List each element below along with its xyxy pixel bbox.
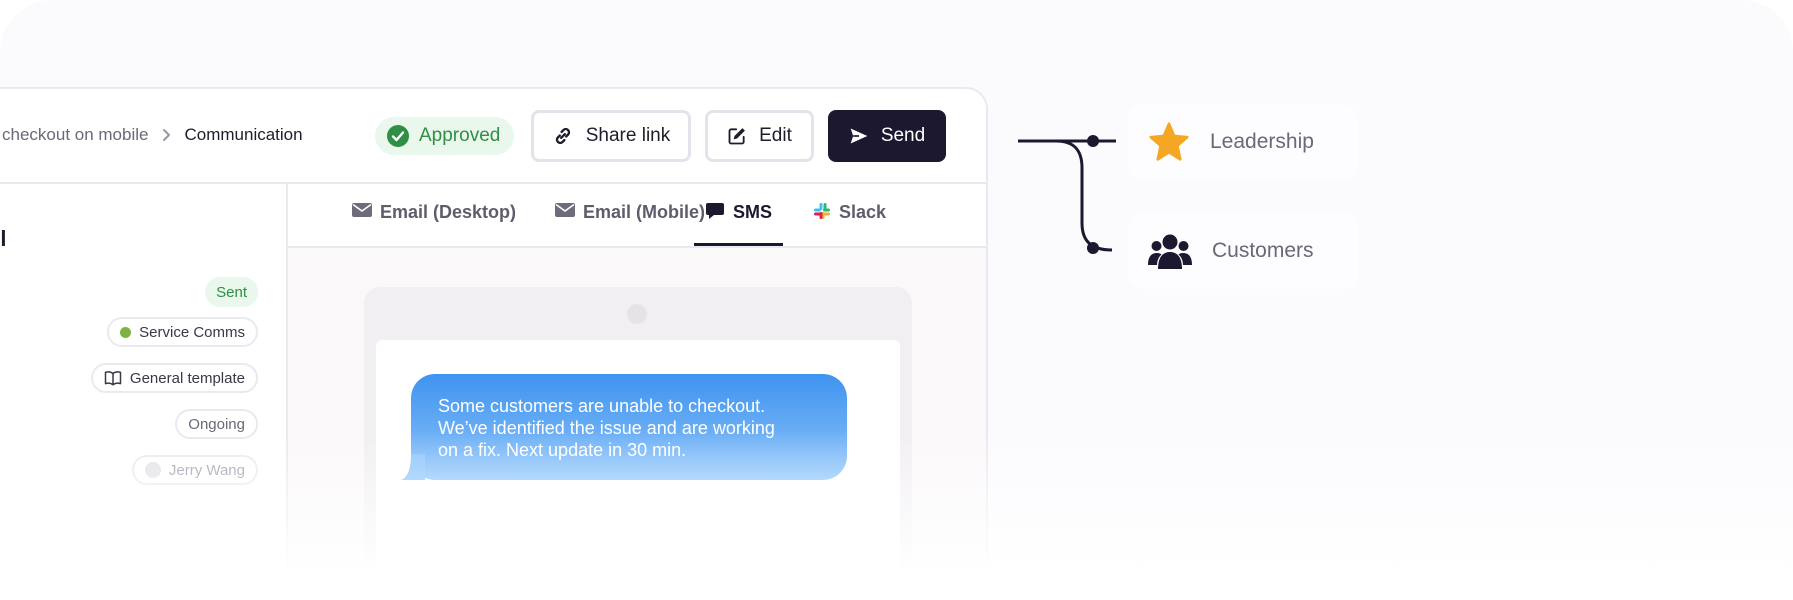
tab-email-mobile[interactable]: Email (Mobile) <box>555 202 705 246</box>
service-comms-pill[interactable]: Service Comms <box>107 317 258 347</box>
phone-screen: Some customers are unable to checkout. W… <box>376 340 900 600</box>
status-label: Approved <box>419 125 501 146</box>
breadcrumb: checkout on mobile Communication <box>2 125 303 145</box>
edit-label: Edit <box>759 125 792 146</box>
audience-connector <box>1018 135 1116 254</box>
audience-leadership[interactable]: Leadership <box>1128 104 1358 180</box>
audience-customers[interactable]: Customers <box>1128 213 1358 289</box>
chevron-right-icon <box>163 129 171 141</box>
avatar <box>144 462 161 478</box>
send-button[interactable]: Send <box>828 110 946 162</box>
green-dot-icon <box>120 326 132 338</box>
sidebar-title: ail <box>0 226 7 251</box>
phone-camera <box>627 304 647 324</box>
tab-email-mobile-label: Email (Mobile) <box>583 202 706 222</box>
envelope-icon <box>352 203 372 217</box>
check-circle-icon <box>387 125 409 147</box>
owner-pill[interactable]: Jerry Wang <box>131 455 258 485</box>
channel-tabs: Email (Desktop) Email (Mobile) SMS Slack <box>288 184 986 248</box>
tab-email-desktop[interactable]: Email (Desktop) <box>352 202 516 246</box>
audience-leadership-label: Leadership <box>1210 130 1314 153</box>
breadcrumb-parent[interactable]: checkout on mobile <box>2 125 148 145</box>
edit-button[interactable]: Edit <box>705 110 814 162</box>
general-template-pill[interactable]: General template <box>90 363 258 393</box>
details-sidebar: ail Sent Service Comms General template … <box>0 184 288 600</box>
audience-customers-label: Customers <box>1212 239 1314 262</box>
breadcrumb-current: Communication <box>184 125 303 144</box>
link-icon <box>555 127 570 145</box>
phone-mockup: Some customers are unable to checkout. W… <box>364 287 912 600</box>
bubble-tail-icon <box>401 454 425 480</box>
status-badge: Approved <box>375 117 515 155</box>
tab-slack[interactable]: Slack <box>813 202 886 246</box>
sms-line-2: We’ve identified the issue and are worki… <box>438 418 775 438</box>
general-template-label: General template <box>129 369 245 387</box>
sms-line-1: Some customers are unable to checkout. <box>438 396 766 416</box>
canvas: checkout on mobile Communication Approve… <box>0 0 1793 600</box>
share-link-button[interactable]: Share link <box>531 110 691 162</box>
ongoing-pill[interactable]: Ongoing <box>175 409 258 439</box>
top-bar: checkout on mobile Communication Approve… <box>0 89 986 184</box>
share-link-label: Share link <box>585 125 671 146</box>
sms-preview-area: Some customers are unable to checkout. W… <box>288 248 986 600</box>
users-icon <box>1148 234 1192 269</box>
tab-sms-label: SMS <box>733 202 773 222</box>
send-icon <box>850 128 868 144</box>
sms-message-bubble: Some customers are unable to checkout. W… <box>401 374 847 480</box>
communication-window: checkout on mobile Communication Approve… <box>0 87 988 600</box>
ongoing-label: Ongoing <box>188 415 245 433</box>
slack-icon <box>814 203 830 219</box>
book-icon <box>104 371 122 386</box>
edit-icon <box>728 128 746 145</box>
chat-bubble-icon <box>706 203 724 219</box>
tab-email-desktop-label: Email (Desktop) <box>380 202 517 222</box>
sms-line-3: on a fix. Next update in 30 min. <box>438 440 687 460</box>
sent-label: Sent <box>216 283 247 301</box>
tab-slack-label: Slack <box>839 202 887 222</box>
sent-status-pill: Sent <box>205 277 258 307</box>
star-icon <box>1149 122 1189 161</box>
envelope-icon <box>555 203 575 217</box>
tab-sms[interactable]: SMS <box>694 202 784 246</box>
service-comms-label: Service Comms <box>139 323 245 341</box>
owner-label: Jerry Wang <box>168 461 245 479</box>
send-label: Send <box>880 125 926 146</box>
